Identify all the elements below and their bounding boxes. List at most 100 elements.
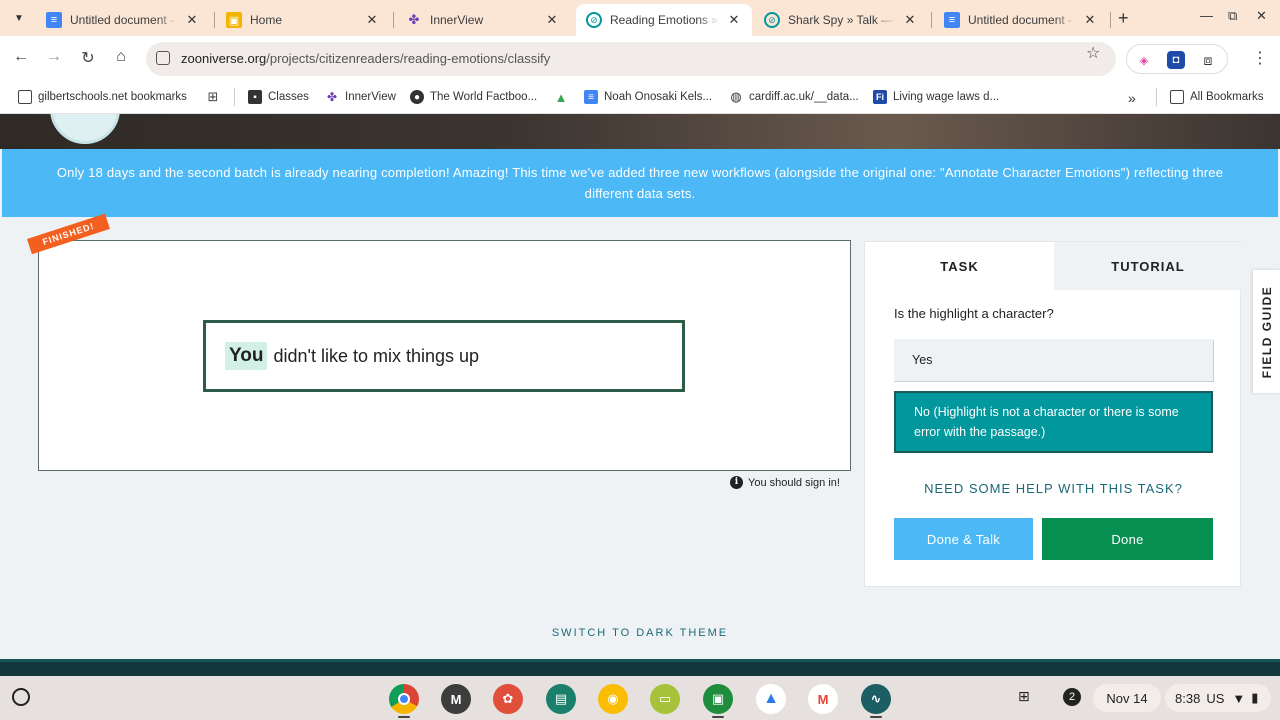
new-tab-plus-icon[interactable]: + [1118,8,1129,29]
innerview-icon: ✤ [408,12,420,27]
site-footer [0,659,1280,676]
bookmark-noah-doc[interactable]: ≡ Noah Onosaki Kels... [584,90,712,104]
bookmarks-bar: gilbertschools.net bookmarks ⊞ ▪ Classes… [0,82,1280,114]
info-icon: i [730,476,743,489]
fi-icon: Fi [873,90,887,104]
site-info-icon[interactable] [156,51,170,65]
folder-icon [18,90,32,104]
extensions-group: ◈ ◘ ⧈ [1126,44,1228,74]
tab-untitled-document-1[interactable]: ≡ Untitled document - G ✕ [36,4,210,36]
google-docs-icon: ≡ [584,90,598,104]
slides-icon[interactable]: ▭ [650,684,680,714]
url-text[interactable]: zooniverse.org/projects/citizenreaders/r… [181,51,550,66]
tab-tutorial[interactable]: TUTORIAL [1054,242,1242,290]
google-drive-icon: ▲ [554,89,568,105]
os-shelf: M ✿ ▤ ◉ ▭ ▣ ▲ M ∿ ⊞ 2 Nov 14 8:38 US ▼ ▮ [0,676,1280,720]
close-icon[interactable]: ✕ [364,12,380,28]
classroom-app-icon[interactable]: ▤ [546,684,576,714]
google-classroom-icon: ▣ [226,12,242,28]
character-highlight: You [225,342,268,370]
classes-icon: ▪ [248,90,262,104]
launcher-icon[interactable] [12,688,30,706]
field-guide-tab[interactable]: FIELD GUIDE [1253,270,1280,393]
app-running-indicator [712,716,724,718]
folder-icon [1170,90,1184,104]
canvas-icon[interactable]: ✿ [493,684,523,714]
tab-home[interactable]: ▣ Home ✕ [216,4,390,36]
answer-yes-button[interactable]: Yes [894,339,1213,381]
sign-in-notice: i You should sign in! [730,476,840,489]
bookmark-star-icon[interactable]: ☆ [1086,43,1100,63]
m-app-icon[interactable]: M [441,684,471,714]
bookmark-gilbertschools[interactable]: gilbertschools.net bookmarks [18,90,187,104]
project-avatar[interactable] [50,114,120,144]
close-icon[interactable]: ✕ [544,12,560,28]
dark-theme-toggle[interactable]: SWITCH TO DARK THEME [0,627,1280,639]
bookmark-innerview[interactable]: ✤ InnerView [325,90,396,104]
project-hero-banner [0,114,1280,149]
text-passage: You didn't like to mix things up [203,320,685,392]
extension-pink-icon[interactable]: ◈ [1135,51,1153,69]
screen-capture-icon[interactable]: ⊞ [1018,688,1030,705]
grid-icon: ⊞ [207,89,219,104]
bookmark-divider [234,88,235,106]
locale-indicator: US [1206,690,1225,706]
cia-icon: ● [410,90,424,104]
extension-blue-icon[interactable]: ◘ [1167,51,1185,69]
app-running-indicator [870,716,882,718]
chrome-icon[interactable] [389,684,419,714]
keep-icon[interactable]: ◉ [598,684,628,714]
extensions-puzzle-icon[interactable]: ⧈ [1199,51,1217,69]
all-bookmarks-folder[interactable]: All Bookmarks [1170,90,1264,104]
close-icon[interactable]: ✕ [902,12,918,28]
google-classroom-icon[interactable]: ▣ [703,684,733,714]
bookmark-world-factbook[interactable]: ● The World Factboo... [410,90,537,104]
tab-task[interactable]: TASK [865,242,1054,290]
battery-icon: ▮ [1251,690,1259,705]
done-button[interactable]: Done [1042,518,1213,560]
tab-divider [931,12,932,28]
tab-reading-emotions[interactable]: ⊘ Reading Emotions » C ✕ [576,4,752,36]
more-bookmarks-chevron-icon[interactable]: » [1128,90,1136,106]
tab-divider [393,12,394,28]
status-tray[interactable]: 8:38 US ▼ ▮ [1165,684,1271,712]
task-question: Is the highlight a character? [894,306,1054,321]
help-link[interactable]: NEED SOME HELP WITH THIS TASK? [865,481,1242,496]
answer-no-button[interactable]: No (Highlight is not a character or ther… [894,391,1213,453]
tab-shark-spy-talk[interactable]: ⊘ Shark Spy » Talk — Zo ✕ [754,4,928,36]
bookmark-cardiff[interactable]: ◍ cardiff.ac.uk/__data... [729,89,858,104]
close-icon[interactable]: ✕ [184,12,200,28]
tab-innerview[interactable]: ✤ InnerView ✕ [396,4,570,36]
google-drive-icon[interactable]: ▲ [756,684,786,714]
announcement-banner: Only 18 days and the second batch is alr… [2,149,1278,217]
back-arrow-icon[interactable]: ← [10,48,32,66]
close-icon[interactable]: ✕ [726,12,742,28]
wifi-icon: ▼ [1232,690,1246,706]
bookmark-living-wage[interactable]: Fi Living wage laws d... [873,90,999,104]
home-icon[interactable]: ⌂ [110,48,132,66]
gmail-icon[interactable]: M [808,684,838,714]
close-window-icon[interactable]: ✕ [1256,8,1267,24]
zooniverse-icon: ⊘ [586,12,602,28]
bookmark-classes[interactable]: ▪ Classes [248,90,309,104]
reload-icon[interactable]: ↻ [77,48,99,68]
close-icon[interactable]: ✕ [1082,12,1098,28]
notification-badge[interactable]: 2 [1063,688,1081,706]
globe-icon: ◍ [730,89,742,104]
forward-arrow-icon[interactable]: → [43,48,65,66]
bookmark-google-drive[interactable]: ▲ [554,89,574,105]
date-pill[interactable]: Nov 14 [1093,684,1161,712]
tab-search-chevron-icon[interactable]: ▼ [8,7,30,29]
address-bar[interactable]: zooniverse.org/projects/citizenreaders/r… [146,42,1116,76]
minimize-icon[interactable]: — [1200,8,1213,23]
app-icon[interactable]: ∿ [861,684,891,714]
tab-untitled-document-2[interactable]: ≡ Untitled document - G ✕ [934,4,1108,36]
passage-text: didn't like to mix things up [273,345,480,366]
zooniverse-icon: ⊘ [764,12,780,28]
apps-grid-icon[interactable]: ⊞ [206,89,226,104]
google-docs-icon: ≡ [944,12,960,28]
maximize-icon[interactable]: ⧉ [1228,8,1237,24]
clock-time: 8:38 [1175,690,1201,706]
done-and-talk-button[interactable]: Done & Talk [894,518,1033,560]
more-options-icon[interactable]: ⋮ [1252,48,1268,68]
